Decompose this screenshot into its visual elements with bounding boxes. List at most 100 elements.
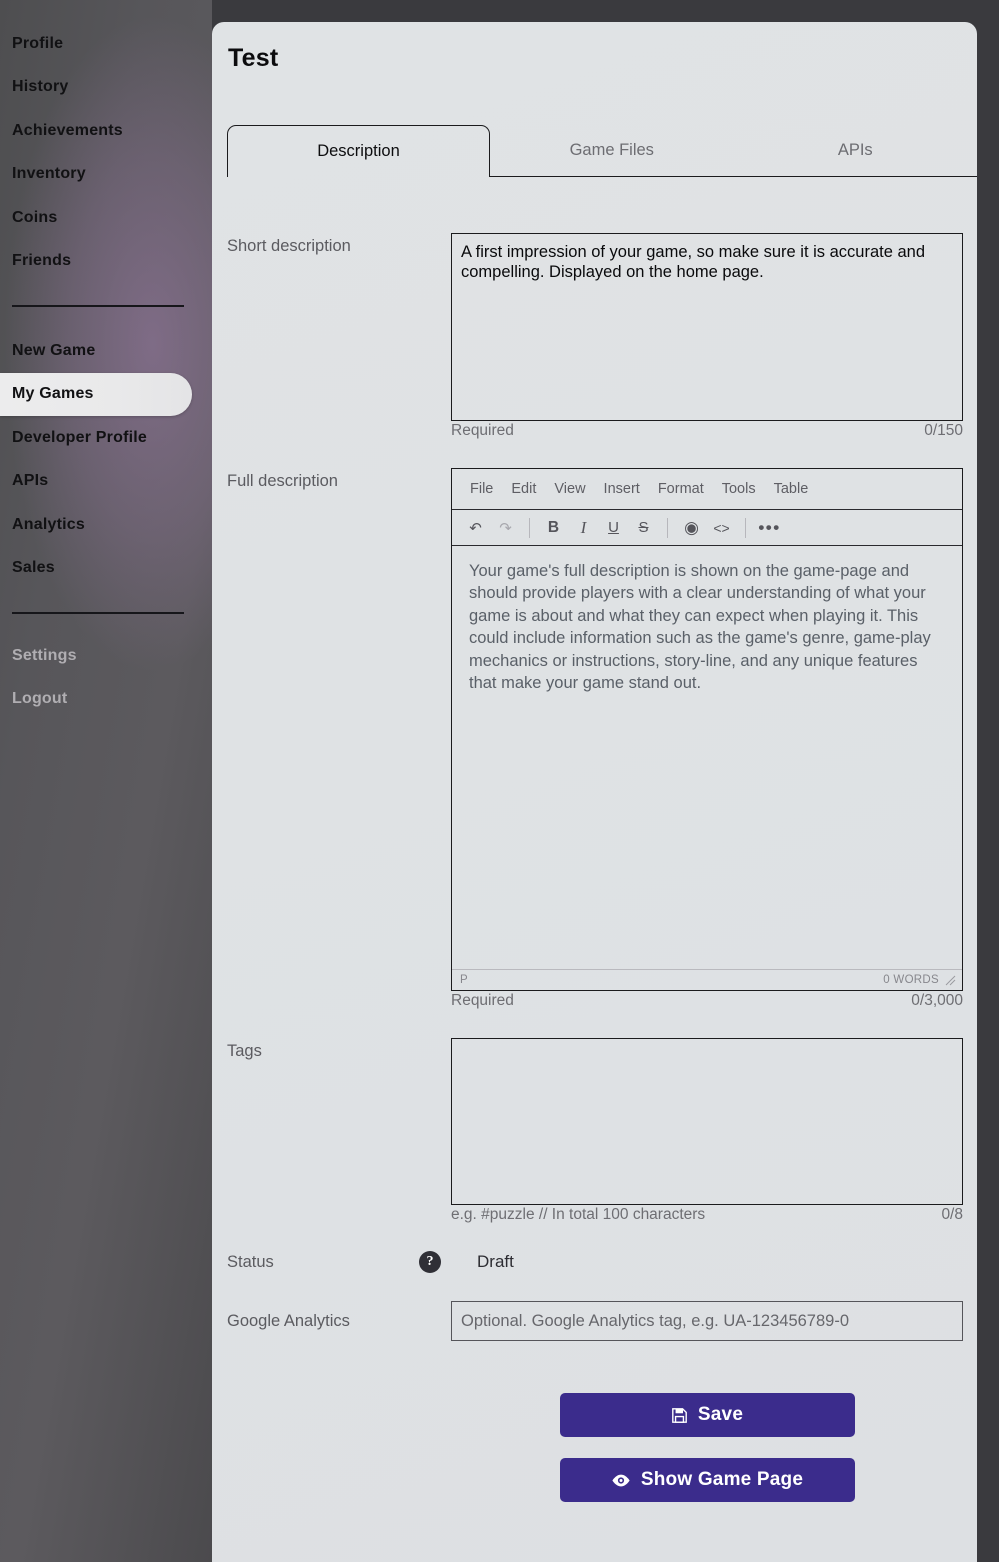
eye-icon: [612, 1474, 630, 1486]
tab-label: APIs: [837, 141, 873, 159]
tab-label: Game Files: [569, 141, 654, 159]
sidebar-group-system: Settings Logout: [0, 634, 212, 721]
save-button[interactable]: Save: [559, 1393, 855, 1437]
sidebar-item-label: Settings: [12, 646, 77, 664]
field-full-description: Full description File Edit View Insert F…: [227, 468, 963, 1010]
sidebar-item-developer-profile[interactable]: Developer Profile: [0, 416, 212, 460]
editor-content-area[interactable]: Your game's full description is shown on…: [452, 546, 962, 969]
editor-toolbar: ↶ ↷ B I U S ◉ <> •••: [452, 510, 962, 546]
short-description-hints: Required 0/150: [451, 421, 963, 440]
tags-hints: e.g. #puzzle // In total 100 characters …: [451, 1205, 963, 1224]
sidebar-item-label: Achievements: [12, 121, 123, 139]
sidebar-item-label: Coins: [12, 208, 58, 226]
sidebar-item-history[interactable]: History: [0, 66, 212, 110]
sidebar-item-inventory[interactable]: Inventory: [0, 153, 212, 197]
toolbar-divider: [745, 517, 746, 538]
sidebar-item-settings[interactable]: Settings: [0, 634, 212, 678]
tags-counter: 0/8: [941, 1206, 963, 1223]
sidebar-item-label: Friends: [12, 252, 72, 270]
short-description-counter: 0/150: [924, 422, 963, 439]
field-status: Status ? Draft: [227, 1251, 963, 1273]
preview-eye-icon[interactable]: ◉: [678, 515, 705, 541]
help-icon[interactable]: ?: [419, 1251, 441, 1273]
italic-icon[interactable]: I: [570, 515, 597, 541]
sidebar-item-label: New Game: [12, 341, 96, 359]
full-description-hints: Required 0/3,000: [451, 991, 963, 1010]
tab-apis[interactable]: APIs: [733, 125, 977, 177]
field-google-analytics: Google Analytics: [227, 1301, 963, 1341]
underline-icon[interactable]: U: [600, 515, 627, 541]
tab-bar: Description Game Files APIs: [212, 125, 977, 177]
sidebar-item-coins[interactable]: Coins: [0, 196, 212, 240]
sidebar-divider-1: [12, 305, 184, 307]
google-analytics-label: Google Analytics: [227, 1311, 350, 1330]
sidebar-item-profile[interactable]: Profile: [0, 22, 212, 66]
strikethrough-icon[interactable]: S: [630, 515, 657, 541]
editor-menubar: File Edit View Insert Format Tools Table: [452, 469, 962, 510]
sidebar-item-label: Developer Profile: [12, 428, 148, 446]
menu-insert[interactable]: Insert: [604, 481, 640, 497]
editor-word-count: 0 WORDS: [883, 974, 939, 986]
editor-element-path: P: [460, 974, 468, 986]
google-analytics-input[interactable]: [451, 1301, 963, 1341]
source-code-icon[interactable]: <>: [708, 515, 735, 541]
sidebar-item-apis[interactable]: APIs: [0, 460, 212, 504]
sidebar-item-friends[interactable]: Friends: [0, 240, 212, 284]
action-buttons: Save Show Game Page: [227, 1393, 963, 1502]
rich-text-editor: File Edit View Insert Format Tools Table…: [451, 468, 963, 991]
bold-icon[interactable]: B: [540, 515, 567, 541]
tab-game-files[interactable]: Game Files: [490, 125, 734, 177]
sidebar-item-label: Inventory: [12, 165, 86, 183]
sidebar-item-label: APIs: [12, 472, 49, 490]
toolbar-divider: [667, 517, 668, 538]
show-game-page-button-label: Show Game Page: [640, 1469, 804, 1490]
save-button-label: Save: [697, 1404, 744, 1425]
sidebar-item-label: Sales: [12, 559, 55, 577]
tags-label: Tags: [227, 1042, 262, 1060]
sidebar-item-label: Analytics: [12, 515, 85, 533]
menu-file[interactable]: File: [470, 481, 493, 497]
sidebar-divider-2: [12, 612, 184, 614]
description-form: Short description Required 0/150 Full de…: [212, 233, 977, 1502]
menu-format[interactable]: Format: [658, 481, 704, 497]
short-description-label: Short description: [227, 237, 351, 255]
status-label: Status: [227, 1252, 274, 1271]
tab-label: Description: [317, 142, 400, 160]
tags-example-hint: e.g. #puzzle // In total 100 characters: [451, 1206, 706, 1223]
menu-view[interactable]: View: [554, 481, 585, 497]
tab-description[interactable]: Description: [227, 125, 490, 177]
tags-input[interactable]: [451, 1038, 963, 1205]
status-badge: Draft: [477, 1252, 514, 1271]
sidebar-item-new-game[interactable]: New Game: [0, 329, 212, 373]
sidebar-item-label: Logout: [12, 690, 68, 708]
sidebar-group-account: Profile History Achievements Inventory C…: [0, 22, 212, 283]
menu-edit[interactable]: Edit: [511, 481, 536, 497]
sidebar-group-developer: New Game My Games Developer Profile APIs…: [0, 329, 212, 590]
short-description-required-hint: Required: [451, 422, 514, 439]
field-tags: Tags e.g. #puzzle // In total 100 charac…: [227, 1038, 963, 1224]
full-description-required-hint: Required: [451, 992, 514, 1009]
floppy-disk-icon: [672, 1407, 687, 1423]
menu-tools[interactable]: Tools: [722, 481, 756, 497]
full-description-label: Full description: [227, 472, 338, 490]
short-description-input[interactable]: [451, 233, 963, 421]
sidebar-item-logout[interactable]: Logout: [0, 678, 212, 722]
redo-icon[interactable]: ↷: [492, 515, 519, 541]
sidebar-item-my-games[interactable]: My Games: [0, 372, 192, 416]
toolbar-divider: [529, 517, 530, 538]
sidebar-item-label: History: [12, 78, 69, 96]
undo-icon[interactable]: ↶: [462, 515, 489, 541]
sidebar-item-label: My Games: [12, 385, 94, 403]
full-description-counter: 0/3,000: [911, 992, 963, 1009]
sidebar-item-achievements[interactable]: Achievements: [0, 109, 212, 153]
main-panel: Test Description Game Files APIs Short d…: [212, 22, 977, 1562]
more-options-icon[interactable]: •••: [756, 515, 783, 541]
show-game-page-button[interactable]: Show Game Page: [559, 1458, 855, 1502]
sidebar: Profile History Achievements Inventory C…: [0, 0, 212, 1562]
sidebar-item-sales[interactable]: Sales: [0, 547, 212, 591]
sidebar-item-label: Profile: [12, 34, 64, 52]
menu-table[interactable]: Table: [774, 481, 809, 497]
editor-resize-handle[interactable]: [945, 975, 956, 986]
sidebar-item-analytics[interactable]: Analytics: [0, 503, 212, 547]
page-title: Test: [228, 44, 279, 72]
